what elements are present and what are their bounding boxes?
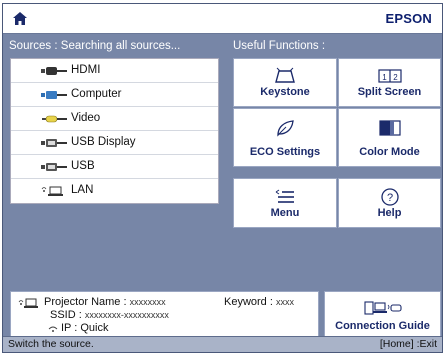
menu-button[interactable]: Menu xyxy=(233,178,337,228)
source-label: Computer xyxy=(71,88,122,100)
svg-text:2: 2 xyxy=(393,73,398,82)
help-icon: ? xyxy=(380,188,399,206)
ssid-label: SSID : xyxy=(50,309,82,321)
source-item-computer[interactable]: Computer xyxy=(11,83,218,107)
split-screen-icon: 1 2 xyxy=(377,69,402,83)
lan-icon xyxy=(18,298,38,308)
eco-settings-button[interactable]: ECO Settings xyxy=(233,108,337,167)
brand-logo: EPSON xyxy=(385,11,432,26)
source-label: LAN xyxy=(71,184,94,196)
help-button[interactable]: ? Help xyxy=(338,178,441,228)
source-label: Video xyxy=(71,112,101,124)
ip-value: Quick xyxy=(80,322,109,334)
tile-label: Help xyxy=(377,207,402,219)
projector-name-row: Projector Name : xxxxxxxx xyxy=(44,296,166,308)
projector-home-screen: EPSON Sources : Searching all sources...… xyxy=(0,0,446,356)
split-screen-button[interactable]: 1 2 Split Screen xyxy=(338,58,441,107)
projector-name-label: Projector Name : xyxy=(44,296,127,308)
ip-label: IP : xyxy=(61,322,78,334)
keyword-value: xxxx xyxy=(275,297,294,307)
tile-label: Split Screen xyxy=(357,86,422,98)
status-bar: Switch the source. [Home] :Exit xyxy=(3,336,442,352)
ssid-value: xxxxxxxx-xxxxxxxxxx xyxy=(84,310,169,320)
wireless-icon xyxy=(48,326,58,332)
source-item-lan[interactable]: LAN xyxy=(11,179,218,203)
connection-guide-icon xyxy=(363,301,402,315)
menu-icon xyxy=(275,189,294,203)
ip-row: IP : Quick xyxy=(61,322,109,334)
usb-display-icon xyxy=(41,139,67,147)
source-label: USB xyxy=(71,160,95,172)
color-mode-button[interactable]: Color Mode xyxy=(338,108,441,167)
projector-name-value: xxxxxxxx xyxy=(129,297,166,307)
home-screen-frame: EPSON Sources : Searching all sources...… xyxy=(2,3,443,353)
source-item-usb[interactable]: USB xyxy=(11,155,218,179)
status-message: Switch the source. xyxy=(8,338,94,350)
sources-heading: Sources : Searching all sources... xyxy=(9,40,181,52)
home-icon[interactable] xyxy=(13,12,27,25)
usb-icon xyxy=(41,163,67,171)
svg-text:1: 1 xyxy=(382,73,387,82)
tile-label: Color Mode xyxy=(359,146,420,158)
source-label: USB Display xyxy=(71,136,136,148)
source-label: HDMI xyxy=(71,64,101,76)
source-item-usb-display[interactable]: USB Display xyxy=(11,131,218,155)
svg-text:?: ? xyxy=(386,192,392,204)
video-cable-icon xyxy=(42,115,67,123)
computer-port-icon xyxy=(41,91,67,99)
useful-functions-heading: Useful Functions : xyxy=(233,40,326,52)
keystone-icon xyxy=(275,67,295,83)
top-bar: EPSON xyxy=(3,4,442,34)
ssid-row: SSID : xxxxxxxx-xxxxxxxxxx xyxy=(50,309,169,321)
exit-hint: [Home] :Exit xyxy=(379,338,437,350)
tile-label: Connection Guide xyxy=(335,320,430,332)
connection-guide-button[interactable]: Connection Guide xyxy=(324,291,441,341)
network-info-panel: Projector Name : xxxxxxxx Keyword : xxxx… xyxy=(10,291,319,341)
lan-icon xyxy=(41,186,63,196)
keyword-row: Keyword : xxxx xyxy=(224,296,294,308)
source-item-video[interactable]: Video xyxy=(11,107,218,131)
keystone-button[interactable]: Keystone xyxy=(233,58,337,107)
color-mode-icon xyxy=(378,120,401,136)
keyword-label: Keyword : xyxy=(224,296,273,308)
leaf-icon xyxy=(277,120,294,137)
tile-label: Keystone xyxy=(260,86,310,98)
tile-label: ECO Settings xyxy=(249,146,321,158)
source-item-hdmi[interactable]: HDMI xyxy=(11,59,218,83)
source-list: HDMI Computer Video USB Display USB LAN xyxy=(10,58,219,204)
tile-label: Menu xyxy=(270,207,300,219)
hdmi-icon xyxy=(41,67,67,75)
